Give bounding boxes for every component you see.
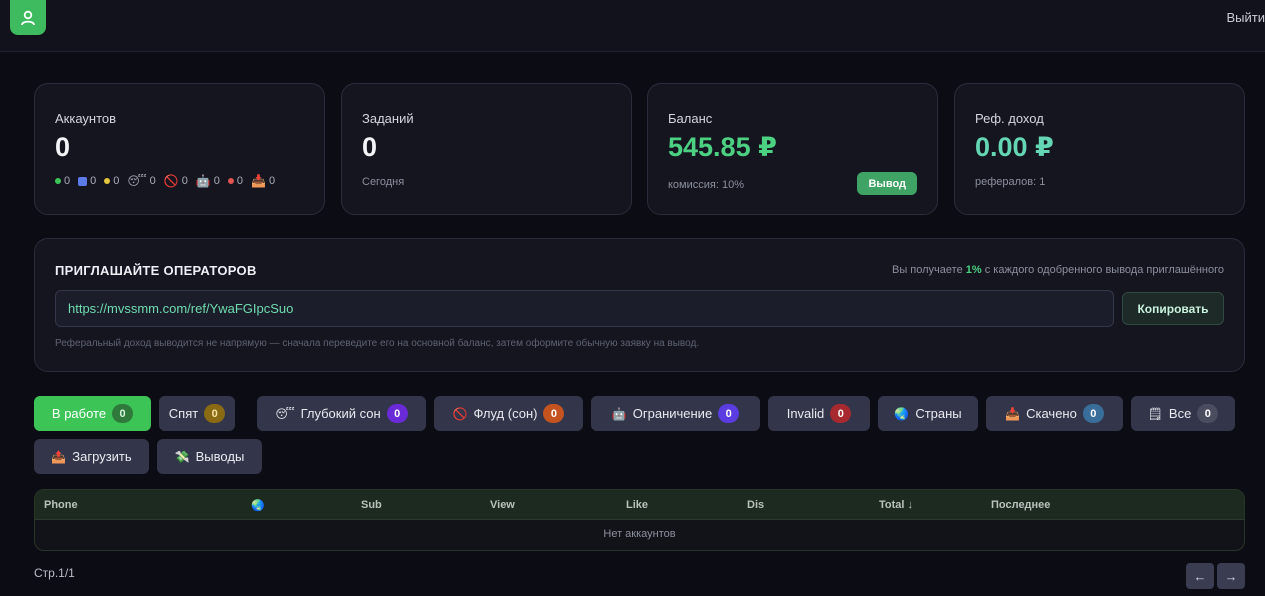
next-page-button[interactable]: → (1217, 563, 1245, 589)
money-wings-icon: 💸 (174, 449, 190, 464)
user-avatar-logo[interactable] (10, 0, 46, 35)
filter-count-badge: 0 (204, 404, 226, 423)
invite-operators-card: ПРИГЛАШАЙТЕ ОПЕРАТОРОВ Вы получаете 1% с… (34, 238, 1245, 372)
filter-sleep[interactable]: Спят 0 (159, 396, 235, 431)
col-last[interactable]: Последнее (991, 499, 1050, 511)
page-indicator: Стр.1/1 (34, 566, 75, 580)
filter-label: Скачено (1026, 406, 1077, 421)
filter-count-badge: 0 (1082, 404, 1104, 423)
invite-note: Вы получаете 1% с каждого одобренного вы… (892, 264, 1224, 276)
filter-label: Глубокий сон (300, 406, 381, 421)
filter-flood[interactable]: 🚫 Флуд (сон) 0 (434, 396, 583, 431)
globe-icon: 🌏 (251, 500, 265, 512)
ref-income-label: Реф. доход (975, 111, 1044, 126)
invite-title: ПРИГЛАШАЙТЕ ОПЕРАТОРОВ (55, 263, 257, 278)
status-downloaded: 📥 0 (251, 174, 276, 188)
sleepy-face-icon: 😴 (127, 174, 147, 188)
inbox-tray-icon: 📥 (251, 174, 266, 188)
commission-text: комиссия: 10% (668, 179, 744, 191)
referrals-count: рефералов: 1 (975, 176, 1046, 188)
tasks-card: Заданий 0 Сегодня (341, 83, 632, 215)
status-active: 0 (55, 174, 70, 188)
filter-label: В работе (51, 406, 107, 421)
tasks-value: 0 (362, 132, 378, 162)
blue-square-icon (78, 176, 88, 186)
filter-count-badge: 0 (112, 404, 134, 423)
filter-all[interactable]: 🗒 Все 0 (1131, 396, 1235, 431)
red-dot-icon (227, 178, 234, 184)
referral-link-input[interactable] (55, 290, 1114, 327)
filter-count-badge: 0 (830, 404, 852, 423)
prev-page-button[interactable]: ← (1186, 563, 1214, 589)
ref-income-value: 0.00 ₽ (975, 132, 1054, 162)
col-like[interactable]: Like (626, 499, 648, 511)
filter-invalid[interactable]: Invalid 0 (768, 396, 870, 431)
col-dis[interactable]: Dis (747, 499, 764, 511)
prohibited-icon: 🚫 (452, 406, 468, 421)
ref-income-card: Реф. доход 0.00 ₽ рефералов: 1 (954, 83, 1245, 215)
col-sub[interactable]: Sub (361, 499, 382, 511)
filter-label: Флуд (сон) (473, 406, 538, 421)
accounts-label: Аккаунтов (55, 111, 117, 126)
filter-label: Страны (915, 406, 962, 421)
green-dot-icon (55, 178, 61, 184)
filter-label: Спят (168, 406, 199, 421)
clipboard-icon: 🗒 (1147, 406, 1163, 421)
accounts-card: Аккаунтов 0 0 0 0 😴 0 🚫 0 🤖 0 0 📥 0 (34, 83, 325, 215)
filter-label: Загрузить (72, 449, 132, 464)
tasks-sub: Сегодня (362, 176, 405, 188)
filter-count-badge: 0 (718, 404, 740, 423)
filter-count-badge: 0 (543, 404, 565, 423)
col-country[interactable]: 🌏 (251, 499, 265, 512)
filter-label: Ограничение (632, 406, 713, 421)
prohibited-icon: 🚫 (163, 174, 179, 188)
col-phone[interactable]: Phone (44, 499, 78, 511)
inbox-tray-icon: 📥 (1005, 406, 1021, 421)
top-bar: Выйти (0, 0, 1265, 52)
referral-hint: Реферальный доход выводится не напрямую … (55, 338, 700, 349)
filter-count-badge: 0 (1197, 404, 1219, 423)
status-blue: 0 (78, 174, 96, 188)
status-flood: 🚫 0 (163, 174, 188, 188)
outbox-tray-icon: 📤 (51, 449, 67, 464)
filter-label: Invalid (786, 406, 825, 421)
withdraw-button[interactable]: Вывод (857, 172, 917, 195)
filter-in-work[interactable]: В работе 0 (34, 396, 151, 431)
robot-face-icon: 🤖 (195, 174, 211, 188)
balance-value: 545.85 ₽ (668, 132, 777, 162)
status-yellow: 0 (104, 174, 119, 188)
col-view[interactable]: View (490, 499, 515, 511)
filter-limit[interactable]: 🤖 Ограничение 0 (591, 396, 760, 431)
accounts-table: Phone 🌏 Sub View Like Dis Total ↓ Послед… (34, 489, 1245, 551)
withdrawals-button[interactable]: 💸 Выводы (157, 439, 262, 474)
yellow-dot-icon (104, 178, 111, 184)
sleepy-face-icon: 😴 (275, 406, 295, 421)
filter-countries[interactable]: 🌏 Страны (878, 396, 978, 431)
upload-button[interactable]: 📤 Загрузить (34, 439, 149, 474)
empty-state: Нет аккаунтов (603, 528, 676, 540)
status-red: 0 (227, 174, 243, 188)
globe-icon: 🌏 (894, 406, 910, 421)
logout-button[interactable]: Выйти (1227, 10, 1265, 25)
accounts-status-breakdown: 0 0 0 😴 0 🚫 0 🤖 0 0 📥 0 (55, 174, 275, 188)
copy-button[interactable]: Копировать (1122, 292, 1224, 325)
col-total[interactable]: Total ↓ (879, 499, 913, 511)
filter-deep-sleep[interactable]: 😴 Глубокий сон 0 (257, 396, 426, 431)
user-icon (21, 10, 35, 25)
robot-face-icon: 🤖 (611, 406, 627, 421)
tasks-label: Заданий (362, 111, 414, 126)
status-limit: 🤖 0 (195, 174, 220, 188)
filter-downloaded[interactable]: 📥 Скачено 0 (986, 396, 1123, 431)
filter-label: Выводы (195, 449, 245, 464)
filter-label: Все (1168, 406, 1192, 421)
balance-label: Баланс (668, 111, 713, 126)
filter-count-badge: 0 (386, 404, 408, 423)
balance-card: Баланс 545.85 ₽ комиссия: 10% Вывод (647, 83, 938, 215)
status-sleep: 😴 0 (127, 174, 156, 188)
accounts-value: 0 (55, 132, 71, 162)
table-header: Phone 🌏 Sub View Like Dis Total ↓ Послед… (35, 490, 1244, 520)
